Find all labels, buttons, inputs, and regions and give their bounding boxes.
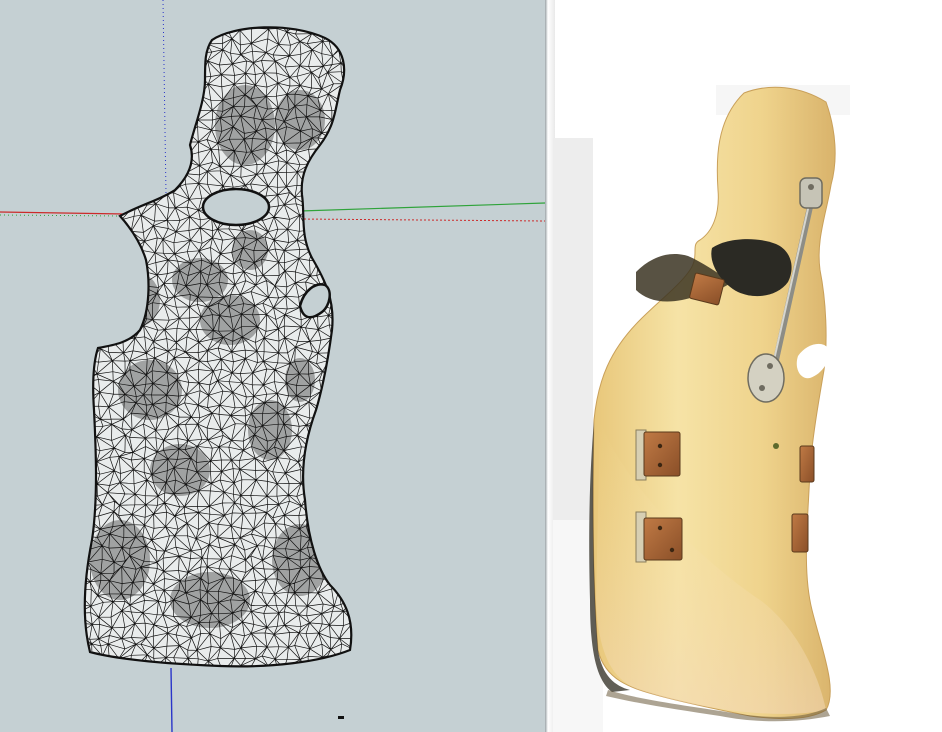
mesh-dense-region [248,400,292,460]
rod-screw-bottom [767,363,773,369]
strap-right-edge-lower [791,513,809,553]
blue-axis-line [170,667,173,732]
strap-hinge-upper [635,429,681,481]
mesh-dense-region [118,360,182,420]
mesh-arm-hole [201,187,271,227]
mesh-stray-fragment [338,716,344,719]
textured-model-panel [553,0,942,732]
rod-screw-top [808,184,814,190]
wireframe-canvas[interactable] [0,0,545,732]
strap-hinge-lower [635,511,683,563]
surface-speck [773,443,779,449]
textured-model-canvas [553,85,850,732]
rod-bracket-top [799,177,823,209]
rod-bracket-bottom [747,353,785,403]
strap-right-edge-upper [799,445,815,483]
rod-screw-bottom [759,385,765,391]
wireframe-viewport[interactable] [0,0,545,732]
